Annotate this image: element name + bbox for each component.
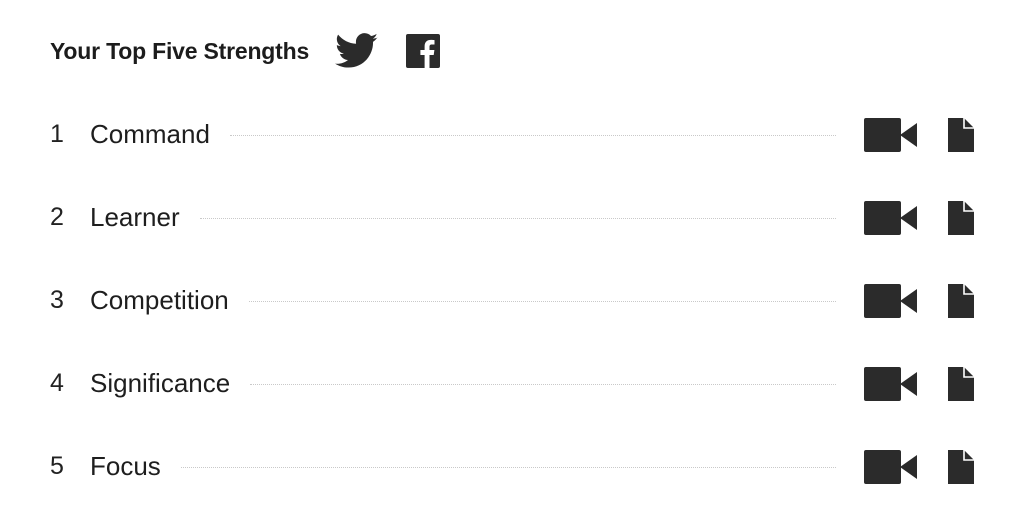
strength-row-2: 2 Learner xyxy=(50,176,976,259)
strength-rank: 4 xyxy=(50,369,64,397)
document-icon xyxy=(948,117,974,152)
document-button[interactable] xyxy=(946,283,976,318)
document-button[interactable] xyxy=(946,449,976,484)
video-button[interactable] xyxy=(864,449,918,484)
video-button[interactable] xyxy=(864,200,918,235)
video-camera-icon xyxy=(864,200,917,235)
dotted-leader xyxy=(229,135,836,136)
strength-rank: 3 xyxy=(50,286,64,314)
strength-name-link[interactable]: Focus xyxy=(90,451,161,482)
strength-row-5: 5 Focus xyxy=(50,425,976,508)
video-camera-icon xyxy=(864,366,917,401)
strength-name-link[interactable]: Command xyxy=(90,119,210,150)
video-button[interactable] xyxy=(864,283,918,318)
video-button[interactable] xyxy=(864,117,918,152)
strength-rank: 2 xyxy=(50,203,64,231)
page-title: Your Top Five Strengths xyxy=(50,37,310,64)
twitter-share-button[interactable] xyxy=(335,31,379,71)
strengths-list: 1 Command 2 Learner 3 Competition 4 Sign… xyxy=(50,93,976,508)
document-icon xyxy=(948,449,974,484)
strength-actions xyxy=(864,366,976,401)
strength-actions xyxy=(864,117,976,152)
video-camera-icon xyxy=(864,283,917,318)
document-icon xyxy=(948,366,974,401)
dotted-leader xyxy=(180,467,836,468)
strength-actions xyxy=(864,449,976,484)
facebook-icon xyxy=(406,34,441,68)
strengths-header: Your Top Five Strengths xyxy=(50,26,441,76)
document-button[interactable] xyxy=(946,366,976,401)
document-icon xyxy=(948,200,974,235)
strength-name-link[interactable]: Competition xyxy=(90,285,229,316)
video-button[interactable] xyxy=(864,366,918,401)
strength-name-link[interactable]: Significance xyxy=(90,368,230,399)
dotted-leader xyxy=(250,384,836,385)
video-camera-icon xyxy=(864,117,917,152)
strength-actions xyxy=(864,283,976,318)
strength-row-1: 1 Command xyxy=(50,93,976,176)
video-camera-icon xyxy=(864,449,917,484)
strength-rank: 5 xyxy=(50,452,64,480)
facebook-share-button[interactable] xyxy=(405,33,441,69)
strength-rank: 1 xyxy=(50,120,64,148)
strength-row-4: 4 Significance xyxy=(50,342,976,425)
dotted-leader xyxy=(199,218,836,219)
document-icon xyxy=(948,283,974,318)
strength-actions xyxy=(864,200,976,235)
document-button[interactable] xyxy=(946,117,976,152)
document-button[interactable] xyxy=(946,200,976,235)
strength-name-link[interactable]: Learner xyxy=(90,202,180,233)
twitter-icon xyxy=(335,33,378,68)
dotted-leader xyxy=(248,301,836,302)
strength-row-3: 3 Competition xyxy=(50,259,976,342)
